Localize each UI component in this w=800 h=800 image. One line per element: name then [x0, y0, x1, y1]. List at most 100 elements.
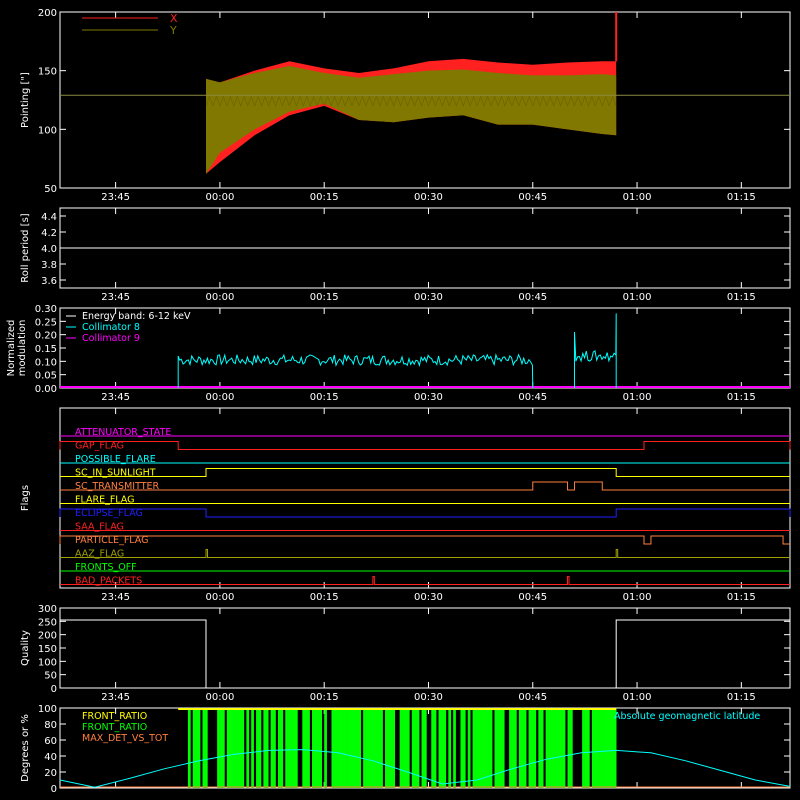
front-ratio-bar — [372, 708, 376, 788]
front-ratio-bar — [270, 708, 274, 788]
y-tick-label: 100 — [38, 657, 57, 668]
front-ratio-bar — [192, 708, 196, 788]
x-tick-label: 00:30 — [414, 292, 443, 303]
flag-particle-flag-label: PARTICLE_FLAG — [75, 535, 148, 546]
front-ratio-bar — [265, 708, 269, 788]
front-ratio-bar — [601, 708, 605, 788]
front-ratio-bar — [431, 708, 434, 788]
y-tick-label: 0.05 — [35, 371, 57, 382]
y-tick-label: 0.15 — [35, 344, 57, 355]
flag-sc-in-sunlight-line — [60, 468, 790, 477]
front-ratio-bar — [528, 708, 532, 788]
x-tick-label: 01:15 — [727, 692, 756, 703]
y-axis-label: Pointing ["] — [20, 72, 31, 128]
front-ratio-bar — [608, 708, 612, 788]
front-ratio-bar — [370, 708, 374, 788]
x-tick-label: 00:45 — [518, 592, 547, 603]
front-ratio-bar — [569, 708, 573, 788]
front-ratio-bar — [557, 708, 561, 788]
x-tick-label: 23:45 — [101, 592, 130, 603]
y-axis-label: Quality — [20, 630, 31, 666]
y-tick-label: 100 — [38, 704, 57, 715]
legend-label-y: Y — [169, 24, 177, 37]
legend-label: Absolute geomagnetic latitude — [614, 711, 760, 722]
front-ratio-bar — [482, 708, 486, 788]
x-tick-label: 00:00 — [205, 692, 234, 703]
x-tick-label: 00:00 — [205, 392, 234, 403]
front-ratio-bar — [552, 708, 556, 788]
front-ratio-bar — [599, 708, 602, 788]
front-ratio-bar — [538, 708, 542, 788]
front-ratio-bar — [294, 708, 298, 788]
front-ratio-bar — [287, 708, 291, 788]
y-axis-label: Degrees or % — [20, 714, 31, 782]
x-tick-label: 00:15 — [310, 392, 339, 403]
y-tick-label: 300 — [38, 604, 57, 615]
x-tick-label: 00:45 — [518, 392, 547, 403]
front-ratio-bar — [518, 708, 522, 788]
geomagnetic-panel: 0 20 40 60 80 100 Degrees or % FRONT_RATIOFRONT… — [20, 704, 791, 795]
front-ratio-bar — [219, 708, 223, 788]
flag-eclipse-flag-label: ECLIPSE_FLAG — [75, 508, 143, 519]
front-ratio-bar — [555, 708, 559, 788]
front-ratio-bar — [195, 708, 198, 788]
front-ratio-bar — [586, 708, 590, 788]
series-y-envelope — [206, 65, 617, 174]
front-ratio-bar — [548, 708, 551, 788]
front-ratio-bar — [367, 708, 371, 788]
front-ratio-bar — [567, 708, 571, 788]
front-ratio-bar — [358, 708, 361, 788]
y-axis-label: modulation — [17, 320, 28, 377]
front-ratio-bar — [475, 708, 478, 788]
y-tick-label: 100 — [38, 125, 57, 136]
front-ratio-bar — [540, 708, 544, 788]
y-tick-label: 250 — [38, 617, 57, 628]
front-ratio-bar — [477, 708, 481, 788]
pointing-panel: 23:45 00:00 00:15 00:30 00:45 01:00 01:15 50 100… — [20, 8, 791, 203]
y-axis-label: Roll period [s] — [20, 213, 31, 282]
y-tick-label: 0.25 — [35, 317, 57, 328]
front-ratio-bar — [258, 708, 262, 788]
front-ratio-bar — [531, 708, 534, 788]
y-tick-label: 150 — [38, 67, 57, 78]
flags-panel: 23:45 00:00 00:15 00:30 00:45 01:00 01:15 Flags… — [20, 407, 791, 603]
y-tick-label: 0 — [51, 784, 57, 795]
y-tick-label: 80 — [44, 720, 57, 731]
front-ratio-bar — [231, 708, 235, 788]
x-tick-label: 01:15 — [727, 292, 756, 303]
front-ratio-bar — [414, 708, 417, 788]
flag-eclipse-flag-line — [59, 508, 791, 518]
front-ratio-bar — [421, 708, 425, 788]
flag-gap-flag-line — [59, 441, 791, 450]
front-ratio-bar — [377, 708, 381, 788]
front-ratio-bar — [236, 708, 240, 788]
front-ratio-bar — [385, 708, 388, 788]
x-tick-label: 00:45 — [518, 692, 547, 703]
front-ratio-bar — [350, 708, 354, 788]
front-ratio-bar — [251, 708, 254, 788]
y-tick-label: 50 — [44, 184, 57, 195]
front-ratio-bar — [521, 708, 525, 788]
front-ratio-bar — [438, 708, 442, 788]
front-ratio-bar — [307, 708, 310, 788]
x-tick-label: 01:15 — [727, 392, 756, 403]
x-tick-label: 00:30 — [414, 392, 443, 403]
front-ratio-bar — [338, 708, 342, 788]
x-tick-label: 00:15 — [310, 292, 339, 303]
y-tick-label: 0.30 — [35, 304, 57, 315]
front-ratio-bar — [221, 708, 225, 788]
x-tick-label: 01:15 — [727, 192, 756, 203]
legend-label: FRONT_RATIO — [82, 722, 147, 733]
x-tick-label: 00:00 — [205, 192, 234, 203]
x-tick-label: 01:15 — [727, 592, 756, 603]
y-tick-label: 200 — [38, 8, 57, 19]
front-ratio-bar — [239, 708, 242, 788]
front-ratio-bar — [448, 708, 452, 788]
front-ratio-bar — [443, 708, 447, 788]
front-ratio-bar — [292, 708, 296, 788]
flag-bad-packets-line — [60, 576, 790, 585]
legend-label: Energy band: 6-12 keV — [82, 311, 191, 322]
front-ratio-bar — [594, 708, 598, 788]
x-tick-label: 00:30 — [414, 592, 443, 603]
front-ratio-bar — [511, 708, 515, 788]
